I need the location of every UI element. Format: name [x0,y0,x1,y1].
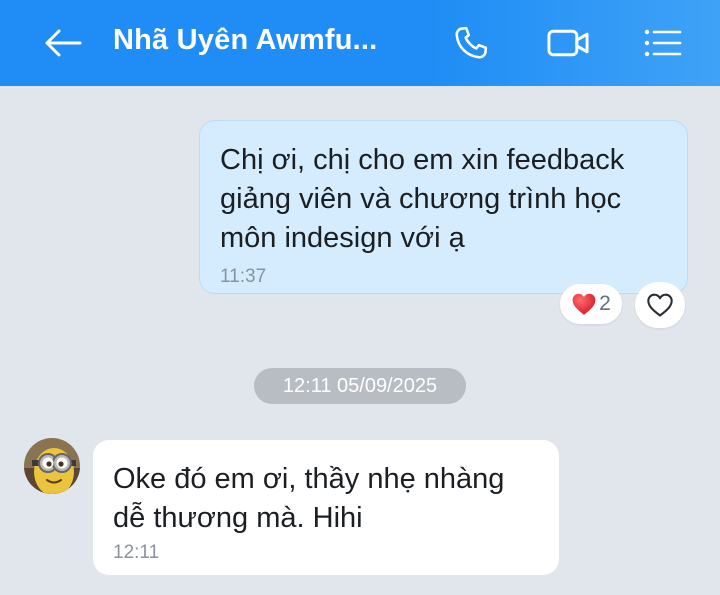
video-call-button[interactable] [543,18,593,68]
heart-outline-icon [647,293,673,317]
contact-name[interactable]: Nhã Uyên Awmfu... [113,24,377,57]
phone-icon [455,26,488,59]
minion-avatar-icon [24,438,80,494]
reaction-count: 2 [599,292,611,315]
message-line: Chị ơi, chị cho em xin feedback [220,144,625,176]
back-button[interactable] [38,18,88,68]
message-line: dễ thương mà. Hihi [113,502,363,534]
outgoing-message-bubble[interactable]: Chị ơi, chị cho em xin feedback giảng vi… [199,120,688,294]
chat-header: Nhã Uyên Awmfu... [0,0,720,86]
video-camera-icon [547,29,589,57]
voice-call-button[interactable] [446,18,496,68]
message-text: Chị ơi, chị cho em xin feedback giảng vi… [220,141,667,258]
message-line: môn indesign với ạ [220,222,465,254]
reaction-summary[interactable]: 2 [560,284,622,324]
chat-options-button[interactable] [638,18,688,68]
arrow-left-icon [45,29,82,57]
message-line: giảng viên và chương trình học [220,183,622,215]
message-time: 12:11 [113,542,160,563]
list-menu-icon [644,29,682,57]
message-text: Oke đó em ơi, thầy nhẹ nhàng dễ thương m… [113,460,539,538]
react-button[interactable] [635,282,685,328]
heart-icon [572,293,596,315]
message-line: Oke đó em ơi, thầy nhẹ nhàng [113,463,505,495]
contact-avatar[interactable] [24,438,80,494]
incoming-message-bubble[interactable]: Oke đó em ơi, thầy nhẹ nhàng dễ thương m… [93,440,559,575]
date-separator: 12:11 05/09/2025 [254,368,466,404]
